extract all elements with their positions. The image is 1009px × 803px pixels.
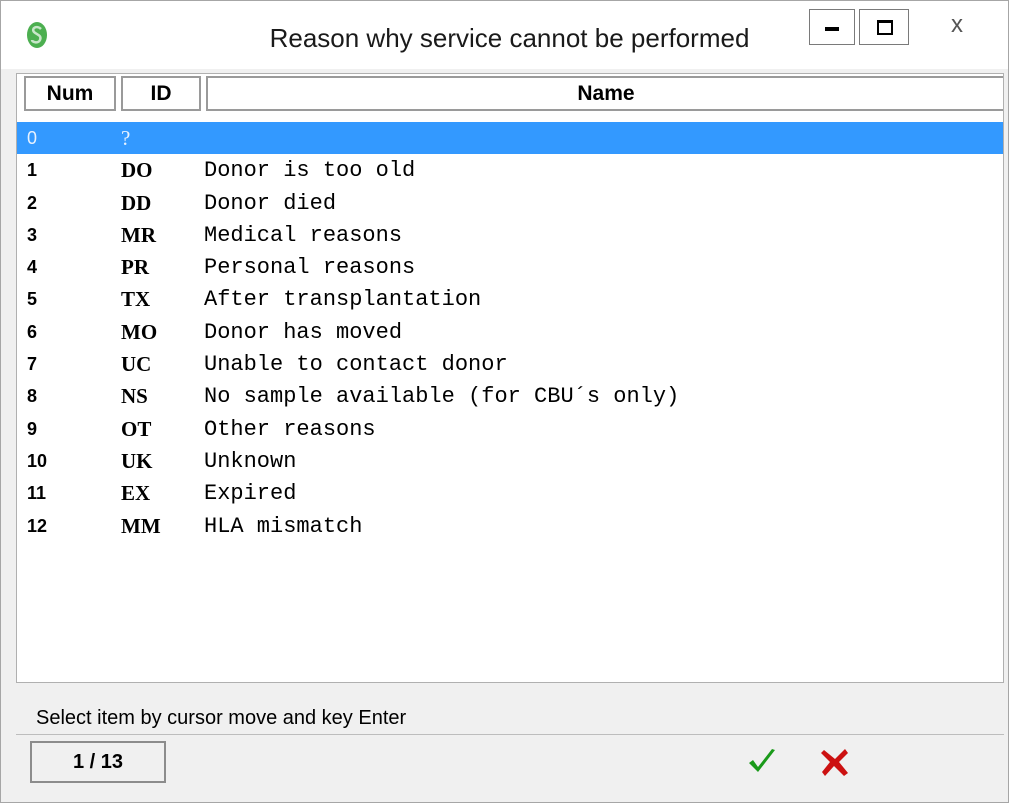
list-item[interactable]: 12 MM HLA mismatch [17,510,1003,542]
row-id: EX [121,481,151,506]
row-num: 0 [27,128,38,148]
list-item[interactable]: 0? [17,122,1003,155]
record-counter: 1 / 13 [30,741,166,783]
list-item[interactable]: 10 UK Unknown [17,445,1003,477]
minimize-icon [825,27,839,31]
row-id: MM [121,513,161,538]
row-id: MR [121,222,156,247]
row-id: TX [121,287,151,312]
row-id: DO [121,158,153,183]
list-item[interactable]: 9 OT Other reasons [17,413,1003,445]
row-name: HLA mismatch [204,513,363,539]
row-name: Personal reasons [204,255,416,281]
column-header-name[interactable]: Name [206,76,1003,111]
row-num: 11 [27,483,47,504]
close-icon: x [951,11,963,38]
row-id: DD [121,190,152,215]
title-bar[interactable]: Reason why service cannot be performed x [1,1,1008,69]
close-button[interactable]: x [913,9,1001,45]
row-name: Unknown [204,448,297,474]
row-num: 9 [27,418,38,439]
row-num: 10 [27,450,48,471]
row-id: PR [121,255,149,280]
row-id: UK [121,448,153,473]
list-item[interactable]: 3 MR Medical reasons [17,219,1003,251]
row-name: Unable to contact donor [204,352,508,378]
row-num: 7 [27,354,38,375]
row-name: No sample available (for CBU´s only) [204,384,680,410]
row-id: NS [121,384,148,409]
reason-list-panel[interactable]: Num ID Name 0? 1 DO Donor is too old 2 DD Dono… [16,73,1004,683]
row-name: Medical reasons [204,222,403,248]
row-num: 8 [27,386,38,407]
cancel-button[interactable] [818,745,852,779]
row-name: Expired [204,481,297,507]
row-name: Donor died [204,190,337,216]
row-num: 12 [27,515,48,536]
list-item[interactable]: 6 MO Donor has moved [17,316,1003,348]
row-name: Donor is too old [204,158,416,184]
row-name: Other reasons [204,416,376,442]
list-item[interactable]: 5 TX After transplantation [17,283,1003,315]
dialog-window: Reason why service cannot be performed x… [0,0,1009,803]
list-item[interactable]: 4 PR Personal reasons [17,251,1003,283]
row-name: After transplantation [204,287,482,313]
row-num: 3 [27,224,38,245]
column-header-num[interactable]: Num [24,76,116,111]
row-id: OT [121,416,152,441]
list-item[interactable]: 8 NS No sample available (for CBU´s only) [17,380,1003,412]
row-num: 6 [27,321,38,342]
window-title: Reason why service cannot be performed [1,23,1008,54]
row-id: MO [121,319,158,344]
cross-icon [821,749,848,776]
minimize-button[interactable] [809,9,855,45]
row-id: UC [121,352,152,377]
checkmark-icon [749,749,775,772]
maximize-button[interactable] [859,9,909,45]
row-name: Donor has moved [204,319,403,345]
row-num: 4 [27,257,38,278]
row-num: 5 [27,289,38,310]
row-id: ? [121,126,131,150]
list-item[interactable]: 7 UC Unable to contact donor [17,348,1003,380]
column-header-id[interactable]: ID [121,76,201,111]
window-title-text: Reason why service cannot be performed [269,23,750,53]
divider [16,734,1004,735]
row-num: 1 [27,160,38,181]
list-item[interactable]: 2 DD Donor died [17,187,1003,219]
maximize-icon [877,20,893,35]
reason-list: 0? 1 DO Donor is too old 2 DD Donor died 3 MR Med… [17,122,1003,542]
confirm-button[interactable] [745,745,779,779]
row-num: 2 [27,192,38,213]
status-hint: Select item by cursor move and key Enter [36,707,407,729]
list-item[interactable]: 11 EX Expired [17,477,1003,509]
list-item[interactable]: 1 DO Donor is too old [17,154,1003,186]
